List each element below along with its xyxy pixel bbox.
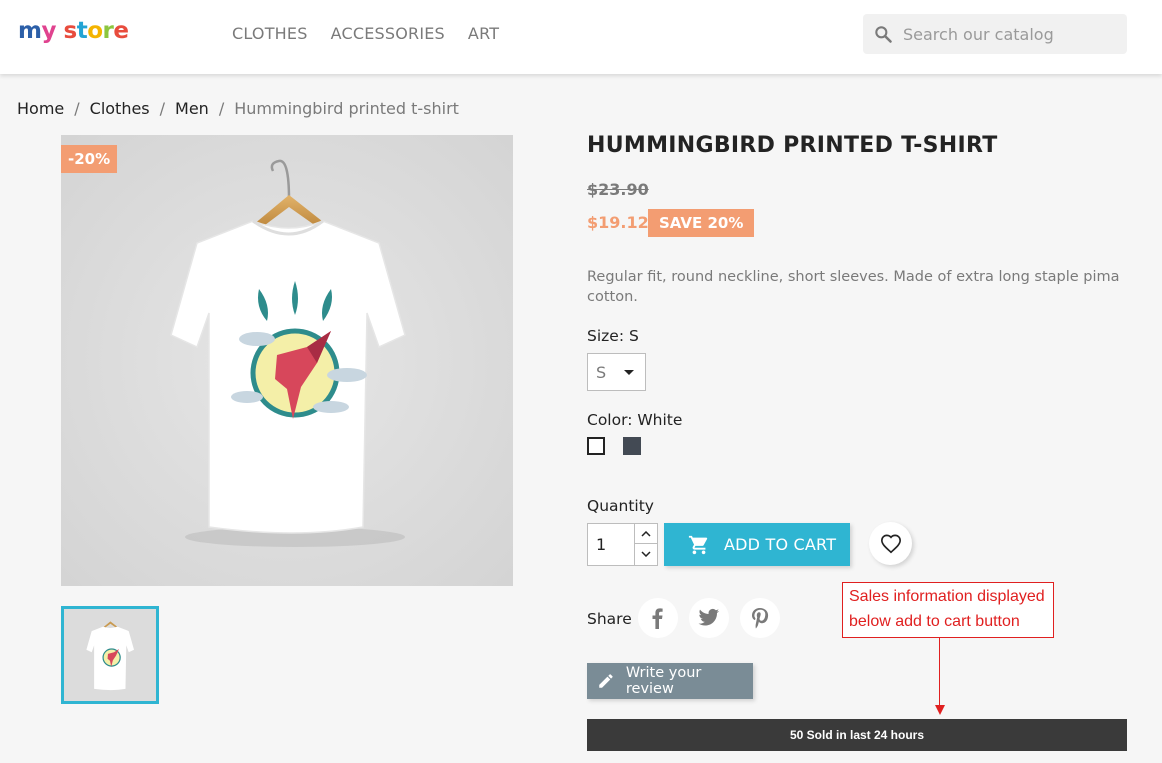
breadcrumb-men[interactable]: Men	[175, 99, 209, 118]
caret-down-icon	[624, 370, 634, 375]
discount-flag: -20%	[61, 145, 118, 173]
breadcrumb-separator: /	[218, 99, 225, 118]
annotation-line-2: below add to cart button	[849, 613, 1020, 630]
store-logo[interactable]: my store	[18, 18, 129, 44]
facebook-icon	[652, 608, 663, 629]
pencil-icon	[599, 674, 613, 688]
annotation-arrow-head	[935, 705, 945, 715]
heart-icon	[880, 534, 901, 553]
share-twitter-button[interactable]	[689, 598, 729, 638]
twitter-icon	[698, 608, 720, 626]
current-price: $19.12	[587, 213, 649, 232]
nav-item-art[interactable]: ART	[468, 24, 499, 43]
annotation-callout: Sales information displayed below add to…	[842, 582, 1054, 638]
product-title: HUMMINGBIRD PRINTED T-SHIRT	[587, 133, 998, 158]
quantity-label: Quantity	[587, 497, 654, 515]
breadcrumb: Home / Clothes / Men / Hummingbird printed …	[17, 99, 459, 118]
wishlist-button[interactable]	[869, 522, 912, 565]
quantity-decrease-button[interactable]	[635, 544, 657, 564]
write-review-button[interactable]: Write your review	[587, 663, 753, 699]
color-label: Color: White	[587, 411, 683, 429]
nav-item-clothes[interactable]: CLOTHES	[232, 24, 308, 43]
color-swatch-gray[interactable]	[623, 437, 641, 455]
tshirt-illustration	[61, 135, 513, 586]
share-facebook-button[interactable]	[638, 598, 678, 638]
main-nav: CLOTHES ACCESSORIES ART	[232, 24, 499, 43]
nav-item-accessories[interactable]: ACCESSORIES	[331, 24, 445, 43]
breadcrumb-separator: /	[74, 99, 80, 118]
product-main-image[interactable]	[61, 135, 513, 586]
chevron-down-icon	[641, 551, 651, 557]
quantity-input[interactable]	[588, 524, 634, 565]
sales-info-bar: 50 Sold in last 24 hours	[587, 719, 1127, 751]
quantity-increase-button[interactable]	[635, 524, 657, 544]
regular-price: $23.90	[587, 180, 649, 199]
breadcrumb-home[interactable]: Home	[17, 99, 64, 118]
pinterest-icon	[752, 608, 769, 629]
write-review-label: Write your review	[625, 665, 702, 697]
discount-badge: SAVE 20%	[648, 209, 755, 237]
add-to-cart-button[interactable]: ADD TO CART	[664, 523, 850, 566]
search-input[interactable]	[903, 23, 1113, 45]
search-box	[863, 14, 1127, 54]
size-select[interactable]: S	[587, 353, 646, 391]
thumbnail-image	[64, 609, 156, 701]
breadcrumb-separator: /	[159, 99, 166, 118]
annotation-line-1: Sales information displayed	[849, 588, 1045, 605]
share-label: Share	[587, 610, 632, 628]
search-icon[interactable]	[873, 24, 893, 44]
color-swatch-white[interactable]	[587, 437, 605, 455]
chevron-up-icon	[641, 530, 651, 537]
size-select-value: S	[596, 363, 607, 382]
add-to-cart-label: ADD TO CART	[724, 535, 837, 554]
product-thumbnail[interactable]	[61, 606, 159, 704]
product-description: Regular fit, round neckline, short sleev…	[587, 269, 1120, 305]
shopping-cart-icon	[688, 535, 708, 554]
share-pinterest-button[interactable]	[740, 598, 780, 638]
breadcrumb-current: Hummingbird printed t-shirt	[234, 99, 459, 118]
quantity-stepper	[587, 523, 658, 566]
size-label: Size: S	[587, 327, 639, 345]
breadcrumb-clothes[interactable]: Clothes	[90, 99, 150, 118]
site-header: my store CLOTHES ACCESSORIES ART	[0, 0, 1162, 74]
annotation-arrow-line	[939, 638, 940, 707]
